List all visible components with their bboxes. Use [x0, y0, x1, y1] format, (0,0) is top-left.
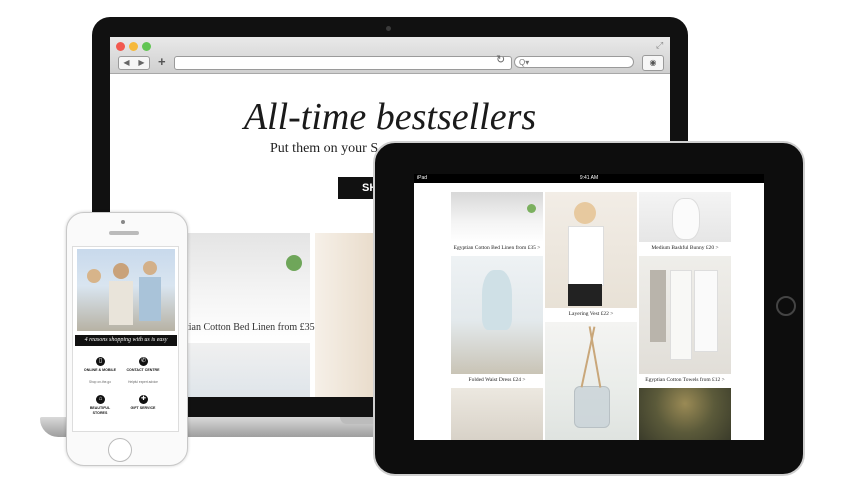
phone-icon[interactable]: ✆: [139, 357, 148, 366]
product-caption[interactable]: Egyptian Cotton Towels from £12 >: [639, 377, 731, 383]
reader-icon[interactable]: ◉: [642, 55, 664, 71]
back-arrow-icon[interactable]: ◀: [119, 57, 134, 69]
model-head: [574, 202, 596, 224]
plant-image: [527, 204, 536, 213]
towel-grey: [650, 270, 666, 342]
mobile-icon[interactable]: ▯: [96, 357, 105, 366]
feature-title: GIFT SERVICE: [130, 406, 156, 410]
feature-title: BEAUTIFUL STORES: [89, 406, 111, 415]
promo-banner: 4 reasons shopping with us is easy: [75, 335, 177, 346]
woman-image[interactable]: [315, 233, 375, 397]
vest-shape: [568, 226, 604, 286]
man-head: [113, 263, 129, 279]
product-caption[interactable]: tian Cotton Bed Linen from £35 >: [186, 322, 323, 333]
child-head: [87, 269, 101, 283]
feature-subtitle: Helpful expert advice: [128, 380, 158, 384]
forward-arrow-icon[interactable]: ▶: [134, 57, 149, 69]
back-forward-buttons: ◀ ▶: [118, 56, 150, 70]
minimize-window-button[interactable]: [129, 42, 138, 51]
towel-white: [694, 270, 718, 352]
feature-title: CONTACT CENTRE: [126, 368, 160, 372]
plant-image: [286, 255, 302, 271]
gift-icon[interactable]: ✚: [139, 395, 148, 404]
child-clothes: [139, 277, 161, 321]
iphone-home-button[interactable]: [108, 438, 132, 462]
ipad-home-button[interactable]: [776, 296, 796, 316]
towel-white: [670, 270, 692, 360]
search-input[interactable]: Q▾: [514, 56, 634, 68]
bed-linen-image[interactable]: [451, 192, 543, 242]
iphone-speaker: [109, 231, 139, 235]
store-icon[interactable]: ⌂: [96, 395, 105, 404]
iphone-camera: [121, 220, 125, 224]
feature-subtitle: Shop on-the-go: [89, 380, 111, 384]
browser-toolbar: ⤢ ◀ ▶ + ↻ Q▾ ◉: [110, 37, 670, 74]
fullscreen-icon[interactable]: ⤢: [656, 40, 663, 51]
child-head: [143, 261, 157, 275]
trousers-shape: [568, 284, 602, 306]
page-subtitle: Put them on your S: [270, 141, 379, 156]
iphone-screen: 4 reasons shopping with us is easy ▯ ONL…: [72, 246, 179, 432]
status-time: 9:41 AM: [579, 175, 599, 181]
status-bar: iPad 9:41 AM: [414, 174, 764, 183]
diffuser-bottle: [574, 386, 610, 428]
dress-shape: [482, 270, 512, 330]
add-tab-icon[interactable]: +: [158, 54, 166, 69]
page-title: All-time bestsellers: [243, 96, 537, 138]
reload-icon[interactable]: ↻: [496, 53, 505, 66]
feature-title: ONLINE & MOBILE: [83, 368, 117, 372]
zoom-window-button[interactable]: [142, 42, 151, 51]
product-caption[interactable]: Layering Vest £22 >: [545, 311, 637, 317]
product-caption[interactable]: Folded Waist Dress £24 >: [451, 377, 543, 383]
ipad-screen: iPad 9:41 AM Egyptian Cotton Bed Linen f…: [414, 174, 764, 440]
close-window-button[interactable]: [116, 42, 125, 51]
url-input[interactable]: [174, 56, 512, 70]
product-caption[interactable]: Medium Bashful Bunny £20 >: [639, 245, 731, 251]
laptop-camera: [386, 26, 391, 31]
fairy-lights-tree-image[interactable]: [639, 388, 731, 440]
man-shirt: [109, 281, 133, 325]
girl-hat-image[interactable]: [186, 343, 310, 397]
product-caption[interactable]: Egyptian Cotton Bed Linen from £35 >: [451, 245, 543, 251]
bunny-shape: [672, 198, 700, 240]
cushions-image[interactable]: [451, 388, 543, 440]
